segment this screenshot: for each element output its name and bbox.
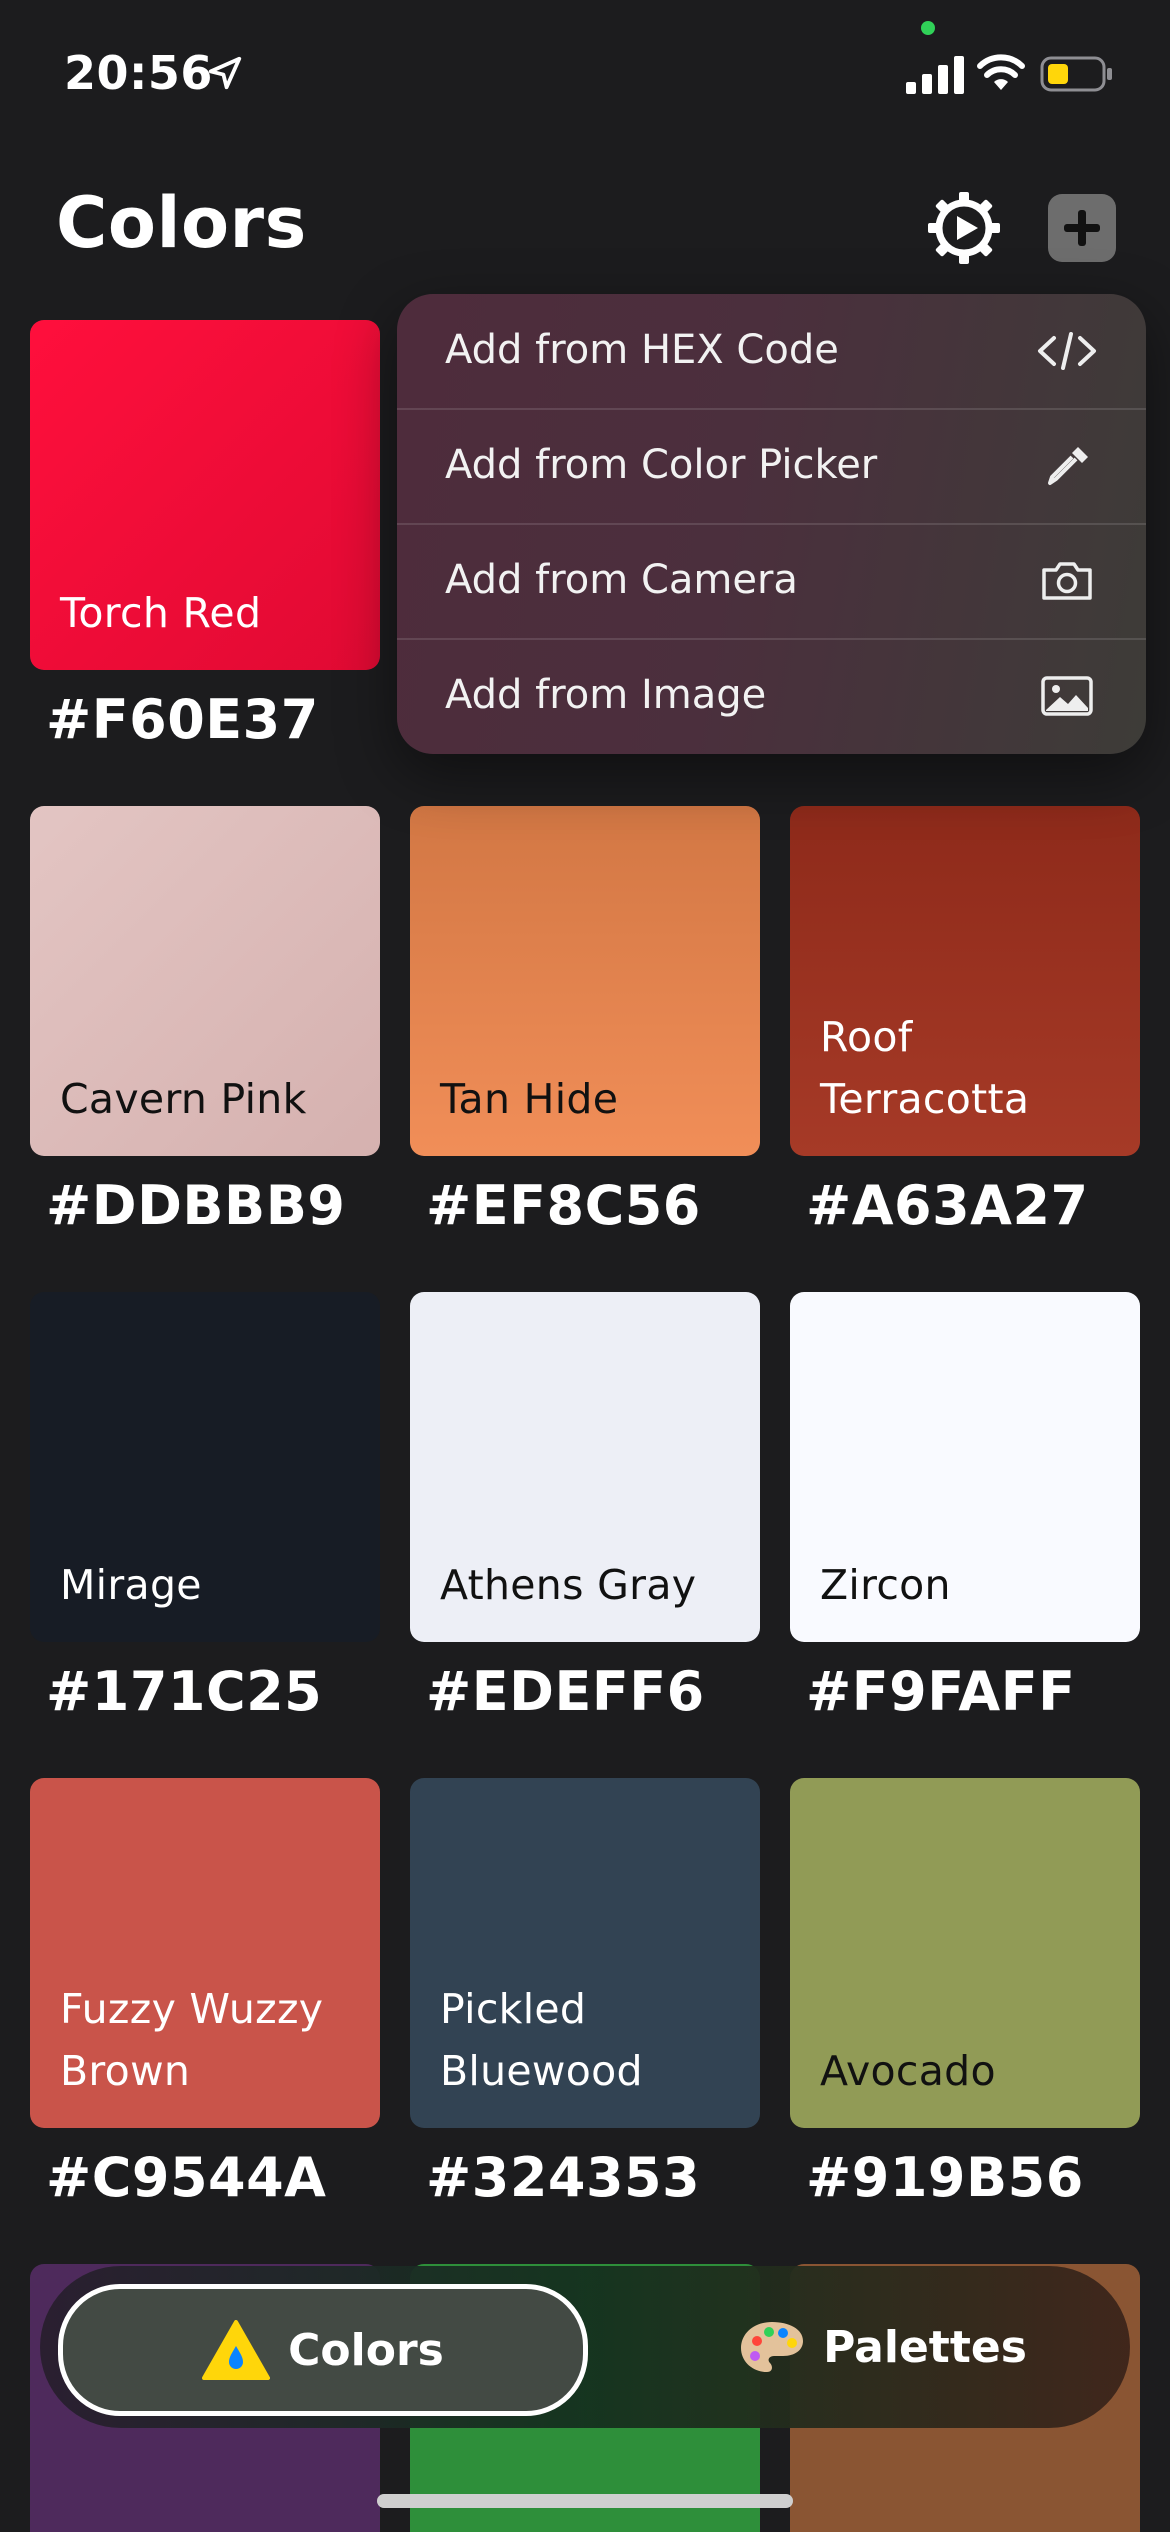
menu-item-label: Add from Camera	[445, 557, 798, 603]
color-card[interactable]: Avocado #919B56	[790, 1778, 1140, 2209]
menu-item-add-camera[interactable]: Add from Camera	[397, 524, 1146, 640]
image-icon	[1041, 676, 1093, 716]
color-name: Tan Hide	[440, 1075, 619, 1123]
eyedropper-icon	[1048, 447, 1088, 485]
color-card[interactable]: Cavern Pink #DDBBB9	[30, 806, 380, 1237]
tab-bar: Colors Palettes	[40, 2266, 1130, 2428]
menu-item-add-hex[interactable]: Add from HEX Code	[397, 294, 1146, 410]
color-name: Avocado	[820, 2047, 996, 2095]
color-card[interactable]: Tan Hide #EF8C56	[410, 806, 760, 1237]
color-name: Torch Red	[60, 589, 262, 637]
color-card[interactable]: Athens Gray #EDEFF6	[410, 1292, 760, 1723]
color-card[interactable]: Pickled Bluewood #324353	[410, 1778, 760, 2209]
camera-icon	[1042, 562, 1092, 600]
menu-item-label: Add from HEX Code	[445, 327, 839, 373]
menu-item-add-image[interactable]: Add from Image	[397, 639, 1146, 753]
color-swatch: Pickled Bluewood	[410, 1778, 760, 2128]
menu-item-add-picker[interactable]: Add from Color Picker	[397, 409, 1146, 525]
code-icon	[1038, 332, 1096, 370]
color-card[interactable]: Roof Terracotta #A63A27	[790, 806, 1140, 1237]
add-color-menu: Add from HEX Code Add from Color Picker …	[397, 294, 1146, 754]
color-name: Athens Gray	[440, 1561, 697, 1609]
color-swatch: Avocado	[790, 1778, 1140, 2128]
color-swatch: Torch Red	[30, 320, 380, 670]
color-name: Cavern Pink	[60, 1075, 307, 1123]
color-name: Roof Terracotta	[820, 1013, 1030, 1123]
tab-colors[interactable]: Colors	[58, 2284, 588, 2416]
drop-icon	[202, 2320, 271, 2380]
color-card[interactable]: Fuzzy Wuzzy Brown #C9544A	[30, 1778, 380, 2209]
color-name: Pickled Bluewood	[440, 1985, 643, 2095]
color-hex: #EF8C56	[426, 1174, 701, 1237]
menu-item-label: Add from Color Picker	[445, 442, 878, 488]
color-hex: #324353	[426, 2146, 701, 2209]
tab-palettes[interactable]: Palettes	[668, 2284, 1098, 2410]
color-swatch: Zircon	[790, 1292, 1140, 1642]
color-name: Zircon	[820, 1561, 951, 1609]
palette-icon	[741, 2322, 804, 2372]
color-hex: #C9544A	[46, 2146, 327, 2209]
color-hex: #171C25	[46, 1660, 323, 1723]
color-name: Fuzzy Wuzzy Brown	[60, 1985, 324, 2095]
color-hex: #F9FAFF	[806, 1660, 1076, 1723]
color-swatch: Fuzzy Wuzzy Brown	[30, 1778, 380, 2128]
color-card[interactable]: Torch Red #F60E37	[30, 320, 380, 751]
color-swatch: Tan Hide	[410, 806, 760, 1156]
menu-item-label: Add from Image	[445, 672, 767, 718]
color-hex: #A63A27	[806, 1174, 1089, 1237]
color-name: Mirage	[60, 1561, 202, 1609]
color-hex: #919B56	[806, 2146, 1084, 2209]
home-indicator[interactable]	[377, 2494, 793, 2508]
color-swatch: Cavern Pink	[30, 806, 380, 1156]
color-swatch: Roof Terracotta	[790, 806, 1140, 1156]
color-swatch: Athens Gray	[410, 1292, 760, 1642]
tab-label: Palettes	[823, 2321, 1027, 2373]
color-card[interactable]: Zircon #F9FAFF	[790, 1292, 1140, 1723]
tab-label: Colors	[288, 2324, 444, 2376]
color-hex: #EDEFF6	[426, 1660, 705, 1723]
color-hex: #DDBBB9	[46, 1174, 346, 1237]
color-swatch: Mirage	[30, 1292, 380, 1642]
color-card[interactable]: Mirage #171C25	[30, 1292, 380, 1723]
color-hex: #F60E37	[46, 688, 319, 751]
